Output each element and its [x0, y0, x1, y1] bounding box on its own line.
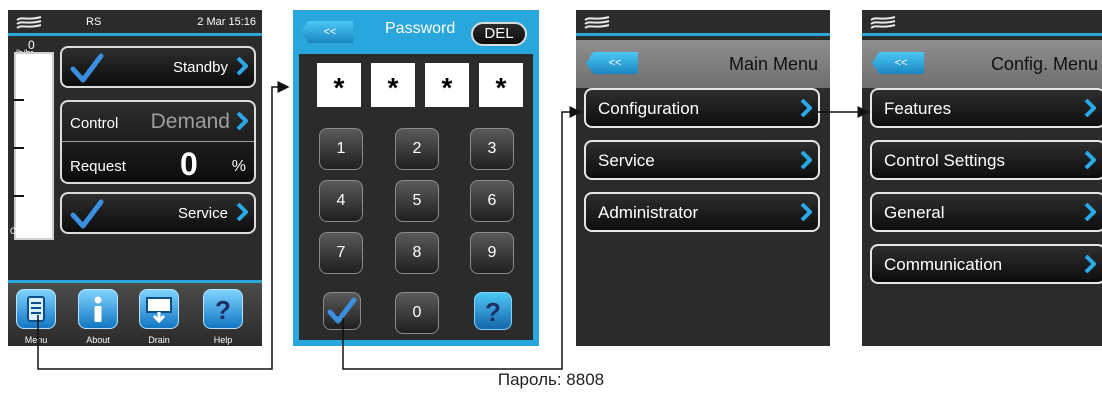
connector-password-to-main-menu [342, 106, 582, 370]
flow-connectors [37, 81, 870, 370]
password-caption: Пароль: 8808 [497, 370, 605, 389]
connector-menu-to-password [37, 81, 290, 370]
